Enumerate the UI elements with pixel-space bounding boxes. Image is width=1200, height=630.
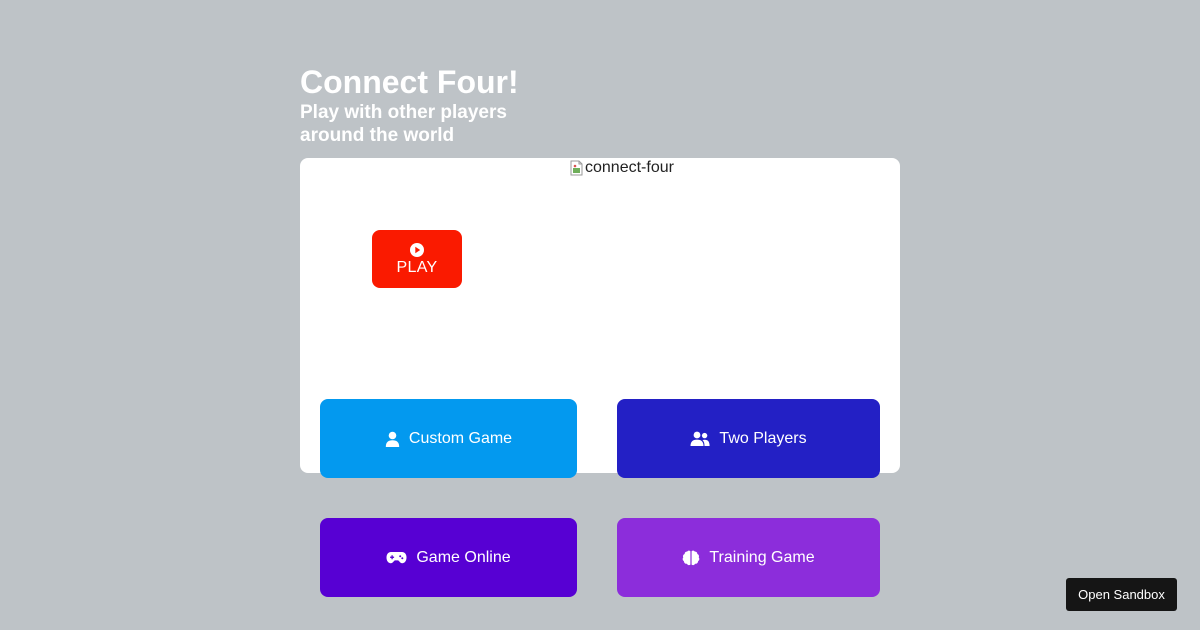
game-online-label: Game Online <box>416 548 511 566</box>
users-icon <box>690 431 711 446</box>
play-button[interactable]: PLAY <box>372 230 462 288</box>
two-players-label: Two Players <box>719 429 807 447</box>
play-button-label: PLAY <box>396 259 438 276</box>
page: Connect Four! Play with other players ar… <box>0 0 1200 630</box>
page-title: Connect Four! <box>300 64 519 100</box>
gamepad-icon <box>386 552 407 564</box>
game-online-button[interactable]: Game Online <box>320 518 577 597</box>
custom-game-label: Custom Game <box>408 429 513 447</box>
image-alt-text: connect-four <box>585 159 674 176</box>
user-icon <box>385 431 400 447</box>
custom-game-button[interactable]: Custom Game <box>320 399 577 478</box>
open-sandbox-button[interactable]: Open Sandbox <box>1066 578 1177 611</box>
play-circle-icon <box>410 243 424 257</box>
training-game-button[interactable]: Training Game <box>617 518 880 597</box>
page-subtitle: Play with other players around the world <box>300 102 507 146</box>
broken-image-icon <box>570 160 583 176</box>
brain-icon <box>683 550 700 565</box>
two-players-button[interactable]: Two Players <box>617 399 880 478</box>
connect-four-image: connect-four <box>570 158 674 178</box>
open-sandbox-label: Open Sandbox <box>1078 587 1165 602</box>
training-game-label: Training Game <box>709 548 815 566</box>
